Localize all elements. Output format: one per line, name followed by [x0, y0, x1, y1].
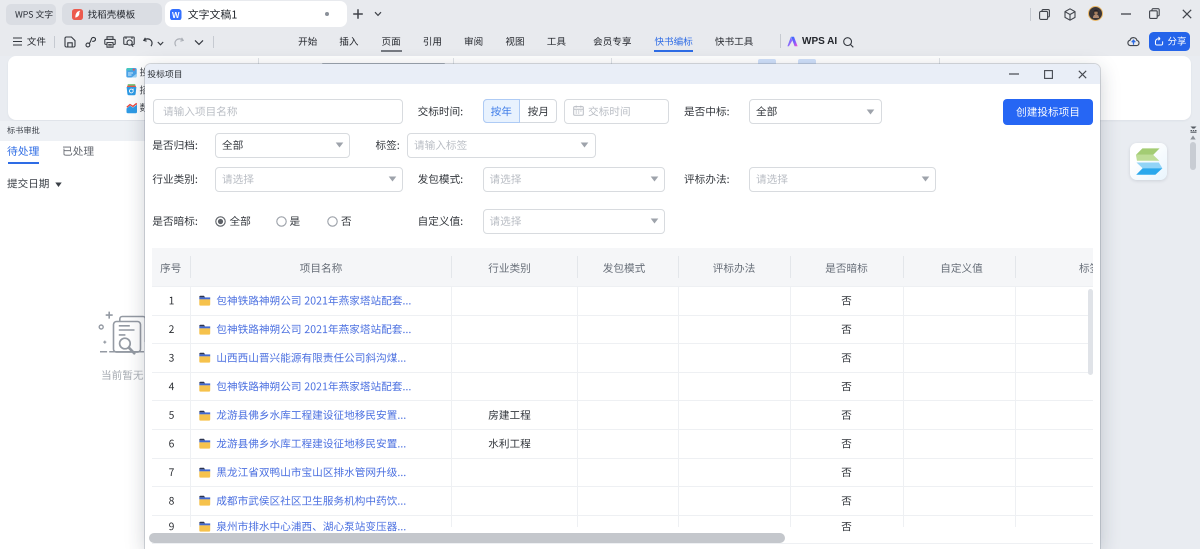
svg-text:W: W — [172, 10, 180, 19]
